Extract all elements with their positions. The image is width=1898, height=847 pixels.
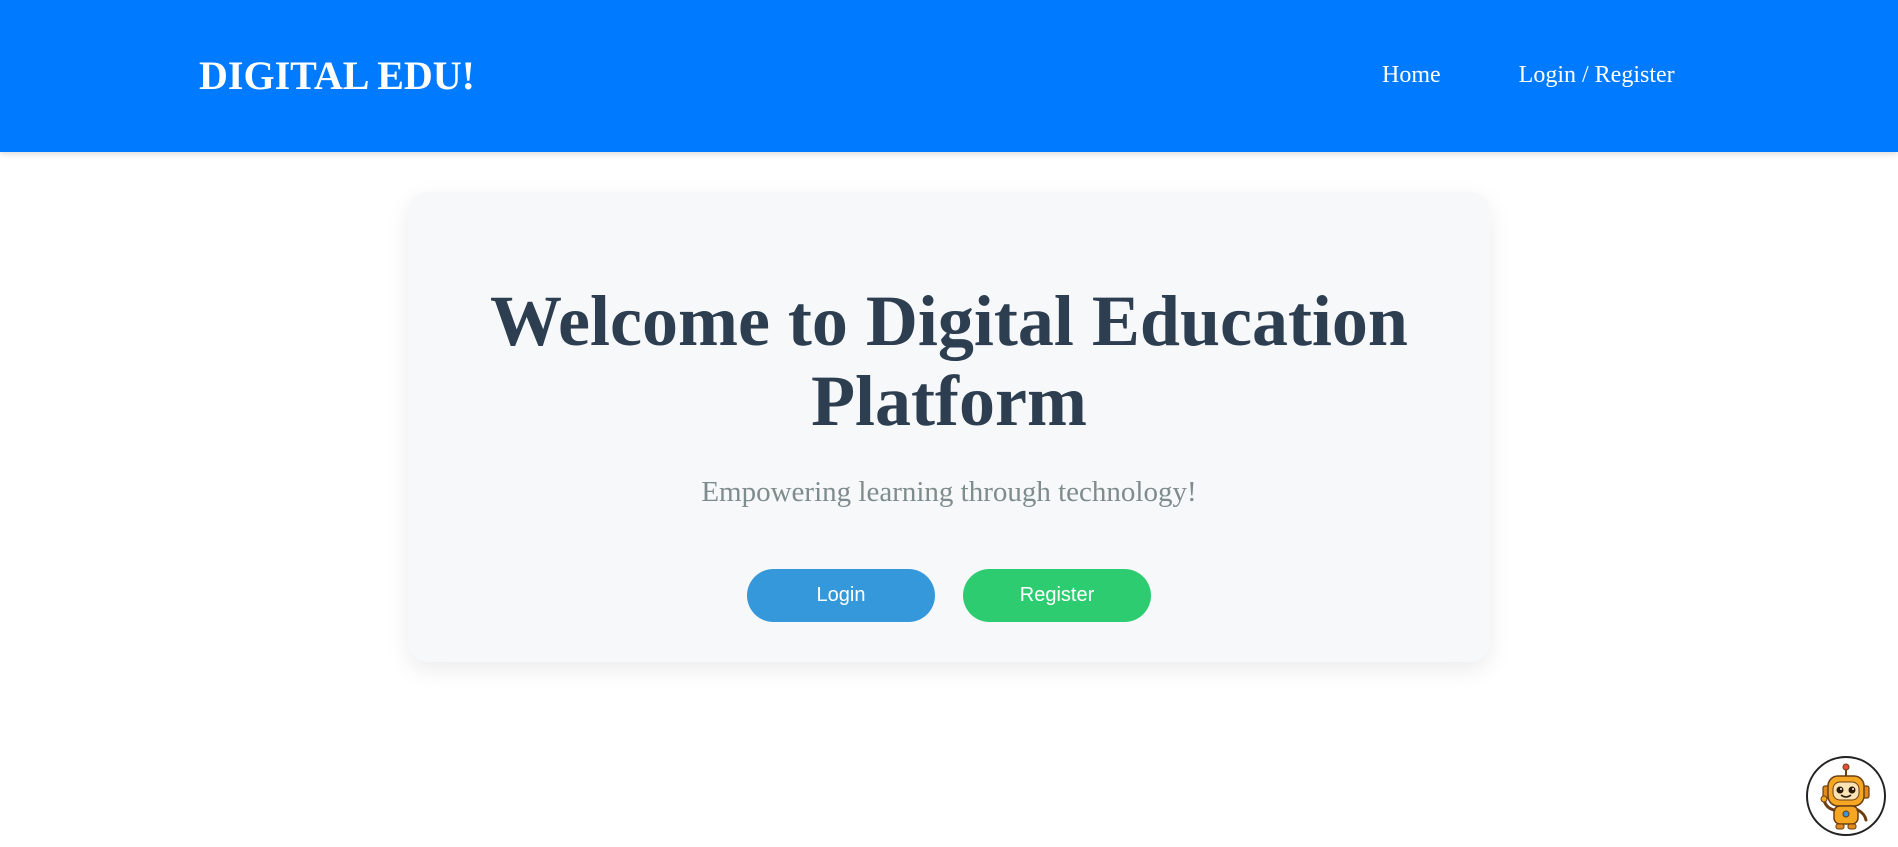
top-navbar: DIGITAL EDU! Home Login / Register	[0, 0, 1898, 152]
brand-logo[interactable]: DIGITAL EDU!	[199, 52, 475, 100]
login-button[interactable]: Login	[747, 569, 935, 622]
hero-card: Welcome to Digital Education Platform Em…	[408, 192, 1490, 662]
nav-home-link[interactable]: Home	[1382, 60, 1441, 90]
hero-subtitle: Empowering learning through technology!	[701, 476, 1197, 508]
nav-login-register-link[interactable]: Login / Register	[1519, 60, 1675, 90]
robot-icon	[1820, 763, 1870, 830]
register-button[interactable]: Register	[963, 569, 1151, 622]
main-nav: Home Login / Register	[1382, 60, 1675, 90]
hero-title: Welcome to Digital Education Platform	[490, 281, 1408, 441]
chatbot-launcher[interactable]	[1806, 756, 1886, 836]
